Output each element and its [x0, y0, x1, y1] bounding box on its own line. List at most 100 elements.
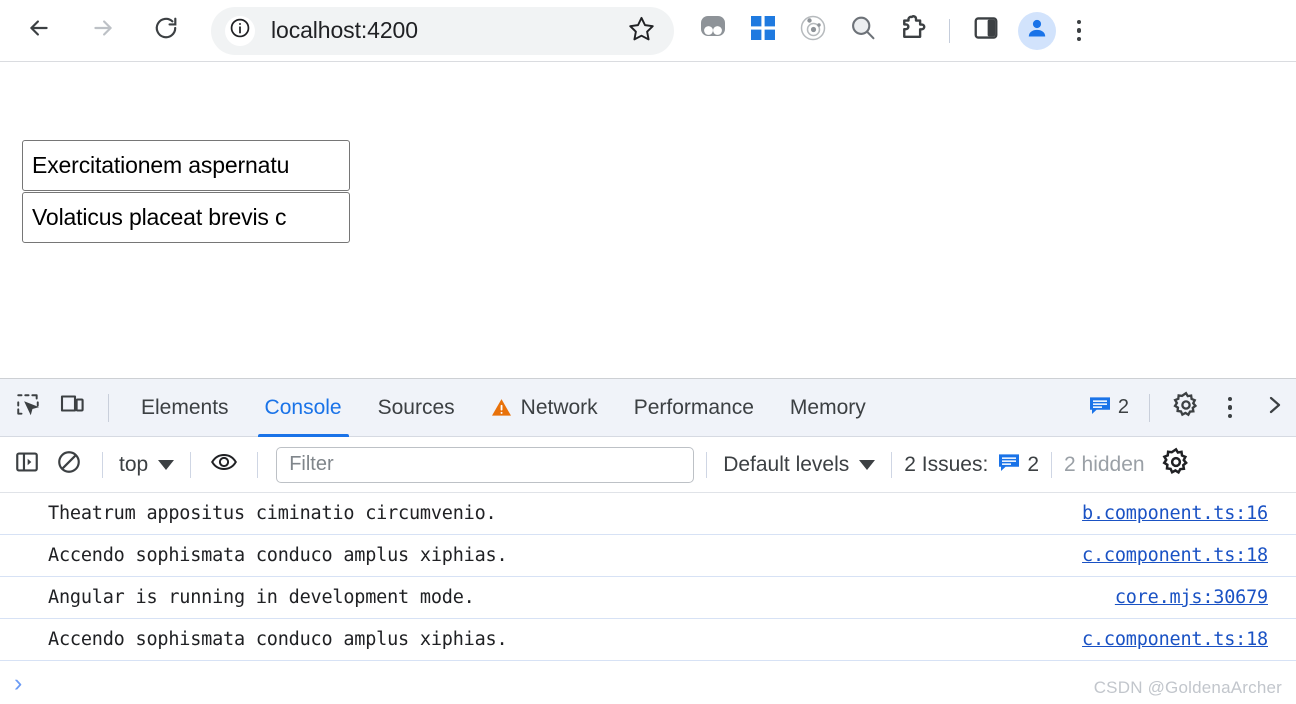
arrow-left-icon — [26, 15, 52, 46]
browser-toolbar: localhost:4200 — [0, 0, 1296, 62]
eye-icon — [210, 449, 238, 480]
extension-search-icon — [848, 13, 878, 48]
devtools-panel: Elements Console Sources Network Perform… — [0, 378, 1296, 704]
console-source-link[interactable]: c.component.ts:18 — [1082, 545, 1268, 566]
reload-icon — [153, 15, 179, 46]
console-row[interactable]: Theatrum appositus ciminatio circumvenio… — [0, 493, 1296, 535]
issues-label[interactable]: 2 Issues: — [904, 453, 988, 477]
browser-menu-button[interactable] — [1061, 11, 1097, 51]
filterbar-divider-4 — [706, 451, 708, 478]
console-filter-toolbar: top Default levels 2 Issues: — [0, 437, 1296, 493]
console-message-text: Accendo sophismata conduco amplus xiphia… — [48, 629, 508, 650]
console-settings-button[interactable] — [1155, 444, 1197, 486]
extension-grayscale-icon — [698, 13, 728, 48]
inspect-element-icon — [15, 392, 41, 423]
devtools-settings-button[interactable] — [1164, 386, 1208, 430]
reload-button[interactable] — [146, 11, 186, 51]
filterbar-divider-1 — [102, 451, 103, 478]
devtools-close-button[interactable] — [1252, 386, 1296, 430]
address-bar[interactable]: localhost:4200 — [211, 6, 674, 55]
tab-performance-label: Performance — [633, 395, 754, 419]
extensions-puzzle-button[interactable] — [888, 10, 938, 52]
arrow-right-icon — [90, 15, 116, 46]
filterbar-divider-5 — [891, 451, 893, 478]
hidden-messages-label[interactable]: 2 hidden — [1064, 453, 1145, 477]
tab-network[interactable]: Network — [473, 379, 616, 437]
extension-atom-button[interactable] — [788, 10, 838, 52]
tab-sources[interactable]: Sources — [360, 379, 473, 437]
tabbar-actions-divider — [1149, 393, 1150, 422]
device-toolbar-icon — [58, 392, 86, 423]
text-field-1-value: Exercitationem aspernatu — [32, 152, 290, 178]
tab-memory[interactable]: Memory — [772, 379, 884, 437]
issues-count-chip[interactable]: 2 — [998, 453, 1039, 477]
console-filter-input[interactable] — [276, 446, 695, 483]
extension-grid-blue-button[interactable] — [738, 10, 788, 52]
issues-message-icon — [998, 453, 1020, 477]
three-dot-menu-icon — [1076, 19, 1082, 42]
tab-console[interactable]: Console — [247, 379, 360, 437]
clear-console-icon — [56, 449, 82, 480]
filterbar-divider-3 — [257, 451, 259, 478]
console-source-link[interactable]: c.component.ts:18 — [1082, 629, 1268, 650]
tab-performance[interactable]: Performance — [616, 379, 772, 437]
tabbar-divider — [108, 393, 109, 422]
profile-button[interactable] — [1018, 11, 1056, 50]
console-row[interactable]: Accendo sophismata conduco amplus xiphia… — [0, 535, 1296, 577]
warning-triangle-icon — [491, 398, 512, 417]
issues-message-icon — [1089, 396, 1111, 420]
log-level-label: Default levels — [723, 452, 850, 476]
profile-avatar-icon — [1025, 16, 1049, 45]
site-info-icon — [229, 17, 251, 44]
filterbar-divider-2 — [190, 451, 192, 478]
inspect-element-button[interactable] — [6, 386, 50, 430]
gear-icon — [1172, 391, 1200, 424]
extension-grayscale-button[interactable] — [688, 10, 738, 52]
tab-network-label: Network — [520, 395, 598, 419]
console-source-link[interactable]: core.mjs:30679 — [1115, 587, 1268, 608]
log-level-selector[interactable]: Default levels — [719, 453, 879, 477]
site-info-button[interactable] — [225, 15, 255, 46]
live-expression-button[interactable] — [203, 444, 245, 486]
gear-icon — [1161, 447, 1191, 482]
extension-search-button[interactable] — [838, 10, 888, 52]
toolbar-divider — [949, 18, 950, 43]
extensions-tray — [688, 10, 1097, 52]
tab-elements[interactable]: Elements — [123, 379, 247, 437]
console-row[interactable]: Angular is running in development mode. … — [0, 577, 1296, 619]
side-panel-button[interactable] — [961, 10, 1011, 52]
console-message-text: Angular is running in development mode. — [48, 587, 475, 608]
tab-console-label: Console — [264, 395, 342, 419]
text-field-2[interactable]: Volaticus placeat brevis c — [22, 192, 350, 243]
issues-badge-count: 2 — [1117, 396, 1129, 418]
filterbar-divider-6 — [1051, 451, 1052, 478]
console-context-selector[interactable]: top — [115, 453, 178, 477]
side-panel-icon — [972, 14, 1000, 47]
console-source-link[interactable]: b.component.ts:16 — [1082, 503, 1268, 524]
extension-atom-icon — [798, 13, 828, 48]
text-field-2-value: Volaticus placeat brevis c — [32, 204, 287, 230]
chevron-right-icon — [1262, 393, 1286, 422]
watermark: CSDN @GoldenaArcher — [1093, 678, 1282, 697]
back-button[interactable] — [19, 11, 59, 51]
text-field-1[interactable]: Exercitationem aspernatu — [22, 140, 350, 191]
console-message-text: Accendo sophismata conduco amplus xiphia… — [48, 545, 508, 566]
issues-badge[interactable]: 2 — [1083, 396, 1135, 420]
console-sidebar-toggle-button[interactable] — [6, 444, 48, 486]
console-message-list: Theatrum appositus ciminatio circumvenio… — [0, 493, 1296, 704]
prompt-chevron-icon: › — [14, 668, 23, 697]
forward-button[interactable] — [83, 11, 123, 51]
devtools-more-button[interactable] — [1208, 386, 1252, 430]
devtools-tabbar: Elements Console Sources Network Perform… — [0, 379, 1296, 437]
device-toolbar-button[interactable] — [50, 386, 94, 430]
caret-down-icon — [859, 459, 876, 470]
tab-elements-label: Elements — [141, 395, 229, 419]
extension-grid-blue-icon — [749, 13, 777, 48]
clear-console-button[interactable] — [48, 444, 90, 486]
bookmark-button[interactable] — [625, 15, 657, 47]
star-icon — [628, 15, 655, 47]
caret-down-icon — [158, 459, 175, 470]
console-message-text: Theatrum appositus ciminatio circumvenio… — [48, 503, 497, 524]
console-row[interactable]: Accendo sophismata conduco amplus xiphia… — [0, 619, 1296, 661]
address-bar-url[interactable]: localhost:4200 — [271, 17, 625, 44]
